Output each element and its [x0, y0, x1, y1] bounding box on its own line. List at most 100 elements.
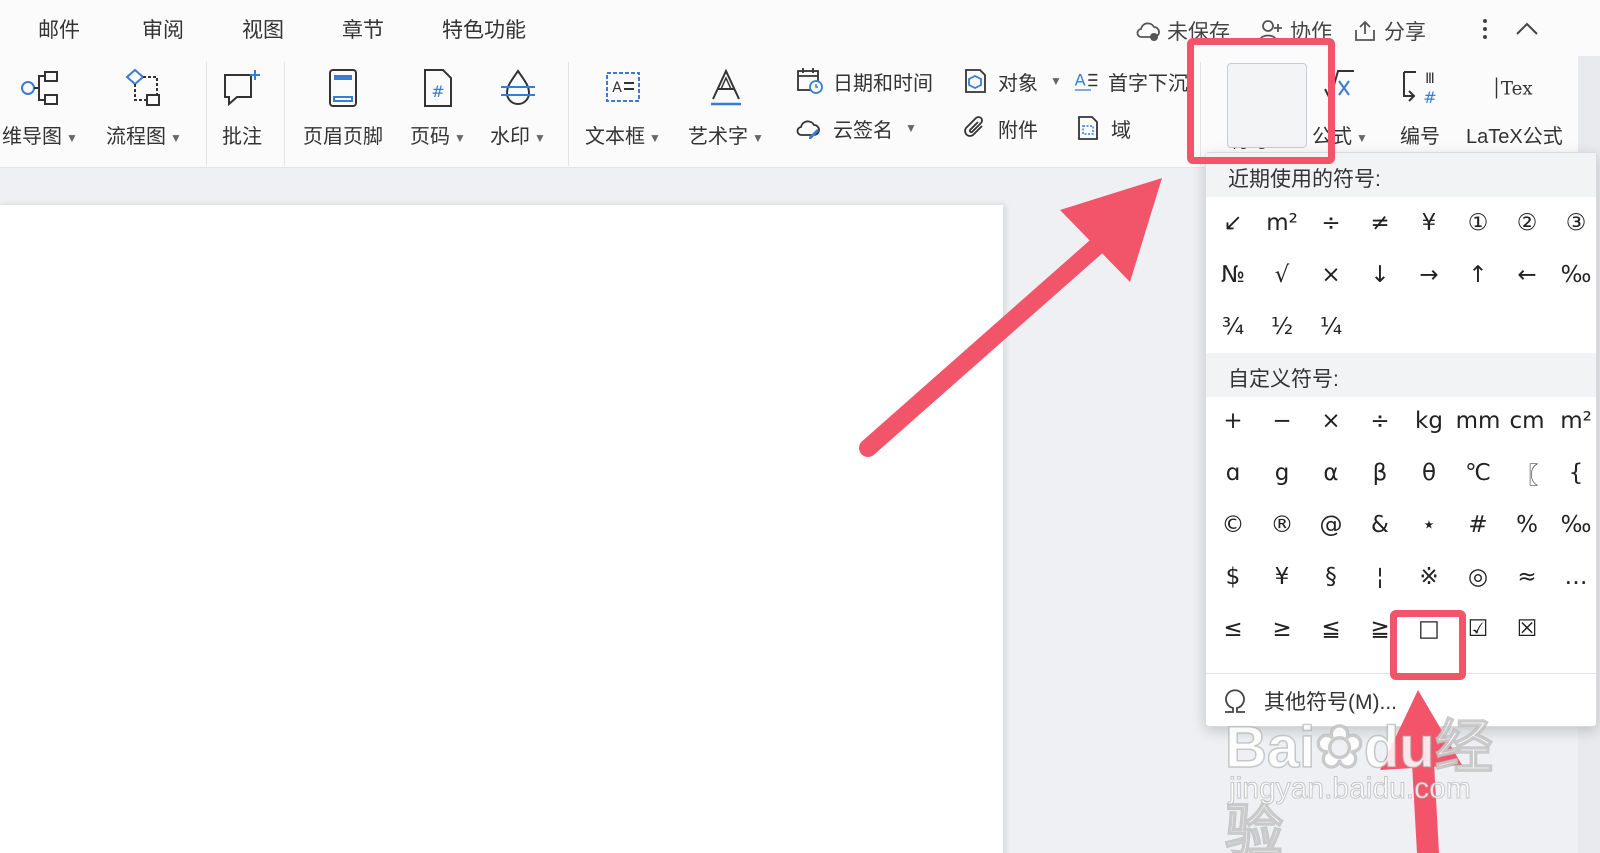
recent-symbol[interactable]: ↑ — [1455, 253, 1501, 297]
recent-symbol[interactable]: ¾ — [1210, 305, 1256, 349]
textbox-button[interactable]: A 文本框 ▼ — [585, 64, 661, 149]
custom-symbol[interactable]: & — [1357, 503, 1403, 547]
custom-symbol[interactable]: ≥ — [1259, 607, 1305, 651]
custom-symbol[interactable]: ≈ — [1504, 555, 1550, 599]
share-button[interactable]: 分享 — [1352, 16, 1426, 46]
recent-symbol[interactable]: m² — [1259, 201, 1305, 245]
recent-symbol[interactable]: √ — [1259, 253, 1305, 297]
flowchart-button[interactable]: 流程图 ▼ — [106, 64, 182, 149]
recent-symbol[interactable]: ¥ — [1406, 201, 1452, 245]
recent-symbol[interactable]: ↓ — [1357, 253, 1403, 297]
wordart-button[interactable]: 艺术字 ▼ — [688, 64, 764, 149]
chevron-up-icon — [1516, 22, 1538, 35]
recent-symbol[interactable]: № — [1210, 253, 1256, 297]
more-menu-button[interactable] — [1472, 16, 1498, 42]
page-number-button[interactable]: # 页码 ▼ — [410, 64, 466, 149]
tab-section[interactable]: 章节 — [342, 14, 384, 44]
custom-symbol[interactable]: ¥ — [1259, 555, 1305, 599]
collab-label: 协作 — [1290, 21, 1332, 44]
attachment-button[interactable]: 附件 — [960, 113, 1038, 143]
attachment-label: 附件 — [998, 119, 1038, 142]
custom-symbol[interactable]: □ — [1406, 607, 1452, 651]
tab-review[interactable]: 审阅 — [142, 14, 184, 44]
comment-button[interactable]: 批注 — [218, 64, 266, 149]
custom-symbol[interactable]: ¦ — [1357, 555, 1403, 599]
formula-button[interactable]: 公式 ▼ — [1312, 64, 1368, 149]
recent-symbol[interactable]: → — [1406, 253, 1452, 297]
document-page[interactable] — [0, 205, 1003, 853]
latex-button[interactable]: Tex LaTeX公式 — [1466, 64, 1563, 149]
custom-symbol[interactable]: kg — [1406, 399, 1452, 443]
caret-down-icon: ▼ — [1356, 130, 1368, 145]
recent-symbol[interactable]: ÷ — [1308, 201, 1354, 245]
custom-symbol[interactable]: 〖 — [1504, 451, 1550, 495]
custom-symbol[interactable]: α — [1308, 451, 1354, 495]
recent-symbol[interactable]: ← — [1504, 253, 1550, 297]
custom-symbol[interactable]: © — [1210, 503, 1256, 547]
field-button[interactable]: 域 — [1073, 113, 1131, 143]
custom-symbol[interactable]: ☑ — [1455, 607, 1501, 651]
recent-symbol[interactable]: ③ — [1553, 201, 1599, 245]
tab-view[interactable]: 视图 — [242, 14, 284, 44]
recent-symbol[interactable]: ‰ — [1553, 253, 1599, 297]
custom-symbol[interactable]: g — [1259, 451, 1305, 495]
ribbon-divider — [284, 62, 285, 166]
custom-symbol[interactable]: ɑ — [1210, 451, 1256, 495]
custom-symbol[interactable]: m² — [1553, 399, 1599, 443]
custom-symbol[interactable]: { — [1553, 451, 1599, 495]
arrowhead-symbol — [1060, 178, 1162, 282]
custom-symbol[interactable]: ≧ — [1357, 607, 1403, 651]
custom-symbol[interactable]: mm — [1455, 399, 1501, 443]
caret-down-icon: ▼ — [1050, 74, 1062, 88]
more-symbols-label: 其他符号(M)... — [1264, 691, 1397, 714]
custom-symbol[interactable]: − — [1259, 399, 1305, 443]
unsaved-status[interactable]: 未保存 — [1135, 16, 1230, 46]
custom-symbol[interactable]: § — [1308, 555, 1354, 599]
custom-symbol[interactable]: ※ — [1406, 555, 1452, 599]
header-footer-icon — [329, 69, 357, 107]
dropcap-button[interactable]: A 首字下沉 — [1073, 66, 1188, 96]
header-footer-button[interactable]: 页眉页脚 — [303, 64, 383, 149]
menu-bar: 邮件 审阅 视图 章节 特色功能 未保存 协作 分享 — [0, 0, 1600, 56]
recent-symbol[interactable]: × — [1308, 253, 1354, 297]
mindmap-button[interactable]: 维导图 ▼ — [2, 64, 78, 149]
custom-symbol[interactable]: ≦ — [1308, 607, 1354, 651]
collab-button[interactable]: 协作 — [1258, 16, 1332, 46]
recent-symbol[interactable]: ② — [1504, 201, 1550, 245]
custom-symbol[interactable]: $ — [1210, 555, 1256, 599]
custom-symbol[interactable]: + — [1210, 399, 1256, 443]
custom-symbol[interactable]: × — [1308, 399, 1354, 443]
custom-symbol[interactable]: … — [1553, 555, 1599, 599]
custom-symbol[interactable]: θ — [1406, 451, 1452, 495]
recent-symbol[interactable]: ¼ — [1308, 305, 1354, 349]
tab-mail[interactable]: 邮件 — [38, 14, 80, 44]
paperclip-icon — [964, 116, 983, 137]
watermark-button[interactable]: 水印 ▼ — [490, 64, 546, 149]
custom-symbol[interactable]: # — [1455, 503, 1501, 547]
custom-symbol[interactable]: ÷ — [1357, 399, 1403, 443]
collapse-ribbon-button[interactable] — [1514, 16, 1540, 42]
object-button[interactable]: 对象 ▼ — [960, 66, 1062, 96]
recent-symbol[interactable]: ↙ — [1210, 201, 1256, 245]
datetime-button[interactable]: 日期和时间 — [795, 66, 933, 96]
custom-symbol[interactable]: ® — [1259, 503, 1305, 547]
custom-symbol[interactable]: ⋆ — [1406, 503, 1452, 547]
cloud-sign-button[interactable]: 云签名 ▼ — [795, 113, 917, 143]
recent-symbol[interactable]: ½ — [1259, 305, 1305, 349]
tab-features[interactable]: 特色功能 — [442, 14, 526, 44]
custom-symbol[interactable]: % — [1504, 503, 1550, 547]
custom-symbol[interactable]: ℃ — [1455, 451, 1501, 495]
custom-symbol[interactable]: ≤ — [1210, 607, 1256, 651]
numbering-button[interactable]: Ⅲ # 编号 — [1396, 64, 1444, 149]
custom-symbol[interactable]: ☒ — [1504, 607, 1550, 651]
recent-symbol[interactable]: ≠ — [1357, 201, 1403, 245]
more-symbols-button[interactable]: 其他符号(M)... — [1206, 673, 1596, 728]
custom-symbol[interactable]: cm — [1504, 399, 1550, 443]
omega-icon — [1225, 689, 1245, 713]
custom-symbol[interactable]: @ — [1308, 503, 1354, 547]
custom-symbol[interactable]: ‰ — [1553, 503, 1599, 547]
share-label: 分享 — [1384, 21, 1426, 44]
recent-symbol[interactable]: ① — [1455, 201, 1501, 245]
custom-symbol[interactable]: ◎ — [1455, 555, 1501, 599]
custom-symbol[interactable]: β — [1357, 451, 1403, 495]
